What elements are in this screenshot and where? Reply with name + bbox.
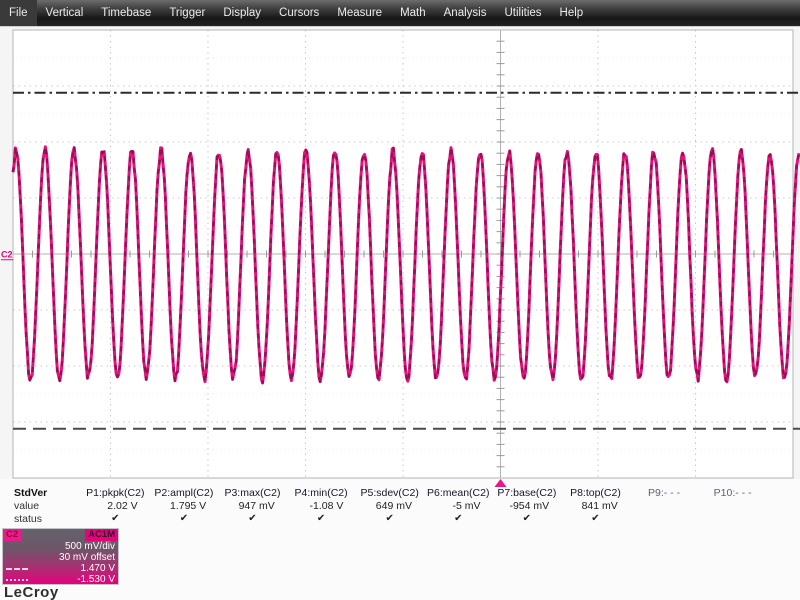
measure-label-p5[interactable]: P5:sdev(C2) [355, 487, 424, 500]
channel-descriptor-box[interactable]: C2 AC1M 500 mV/div 30 mV offset 1.470 V … [2, 528, 119, 585]
measure-label-p4[interactable]: P4:min(C2) [287, 487, 356, 500]
channel-badge[interactable]: C2 [3, 529, 22, 541]
measure-label-p1[interactable]: P1:pkpk(C2) [81, 487, 150, 500]
measure-status-p1: ✔ [111, 513, 120, 524]
menu-bar: File Vertical Timebase Trigger Display Cursor… [0, 0, 800, 27]
menu-item-trigger[interactable]: Trigger [160, 0, 214, 26]
measure-status-p7: ✔ [522, 513, 532, 524]
measure-value-p8: 841 mV [581, 500, 618, 512]
measure-value-p10 [698, 500, 767, 513]
measure-value-p3: 947 mV [238, 500, 275, 512]
measure-value-p9 [630, 500, 699, 513]
measure-value-p2: 1.795 V [169, 500, 207, 512]
trigger-time-marker[interactable] [494, 479, 507, 487]
volts-per-div: 500 mV/div [64, 541, 115, 552]
measure-label-p7[interactable]: P7:base(C2) [493, 487, 562, 500]
measure-status-p9 [630, 513, 699, 526]
upper-level-readout: 1.470 V [80, 563, 115, 574]
measurement-table: StdVer P1:pkpk(C2) P2:ampl(C2) P3:max(C2) P4… [0, 487, 800, 526]
measure-status-p3: ✔ [248, 513, 257, 524]
coupling-badge[interactable]: AC1M [85, 529, 118, 541]
menu-item-analysis[interactable]: Analysis [435, 0, 496, 26]
menu-item-timebase[interactable]: Timebase [92, 0, 160, 26]
measure-value-p5: 649 mV [375, 500, 412, 512]
menu-item-math[interactable]: Math [391, 0, 435, 26]
menu-item-display[interactable]: Display [214, 0, 270, 26]
measure-status-p6: ✔ [454, 513, 463, 524]
menu-item-help[interactable]: Help [551, 0, 593, 26]
measure-status-p4: ✔ [316, 513, 326, 524]
menu-item-utilities[interactable]: Utilities [495, 0, 550, 26]
measure-label-p3[interactable]: P3:max(C2) [218, 487, 287, 500]
measure-label-p2[interactable]: P2:ampl(C2) [150, 487, 219, 500]
menu-item-vertical[interactable]: Vertical [37, 0, 93, 26]
menu-item-file[interactable]: File [0, 0, 37, 26]
measure-label-p8[interactable]: P8:top(C2) [561, 487, 630, 500]
measure-value-p1: 2.02 V [107, 500, 138, 512]
lecroy-logo: LeCroy [4, 584, 61, 600]
measure-status-p5: ✔ [385, 513, 394, 524]
table-row-label-header: StdVer [14, 487, 48, 499]
offset-readout: 30 mV offset [59, 552, 115, 563]
dotted-line-style-icon [6, 579, 28, 581]
measure-value-p4: -1.08 V [309, 500, 344, 512]
oscilloscope-screen: File Vertical Timebase Trigger Display Cursor… [0, 0, 800, 600]
measure-label-p6[interactable]: P6:mean(C2) [424, 487, 493, 500]
measure-status-p10 [698, 513, 767, 526]
menu-item-cursors[interactable]: Cursors [270, 0, 328, 26]
measure-status-p8: ✔ [591, 513, 600, 524]
waveform-display: C2 [1, 29, 800, 487]
measure-label-p9[interactable]: P9:- - - [630, 487, 699, 500]
lower-level-readout: -1.530 V [77, 574, 115, 585]
channel-c2-zero-marker[interactable]: C2 [1, 250, 13, 260]
measure-value-p6: -5 mV [452, 500, 481, 512]
measure-value-p7: -954 mV [509, 500, 550, 512]
dashdot-line-style-icon [6, 568, 28, 570]
measure-status-p2: ✔ [179, 513, 189, 524]
table-row-label-value: value [14, 500, 40, 512]
table-row-label-status: status [14, 513, 43, 525]
menu-item-measure[interactable]: Measure [328, 0, 391, 26]
measure-label-p10[interactable]: P10:- - - [698, 487, 767, 500]
